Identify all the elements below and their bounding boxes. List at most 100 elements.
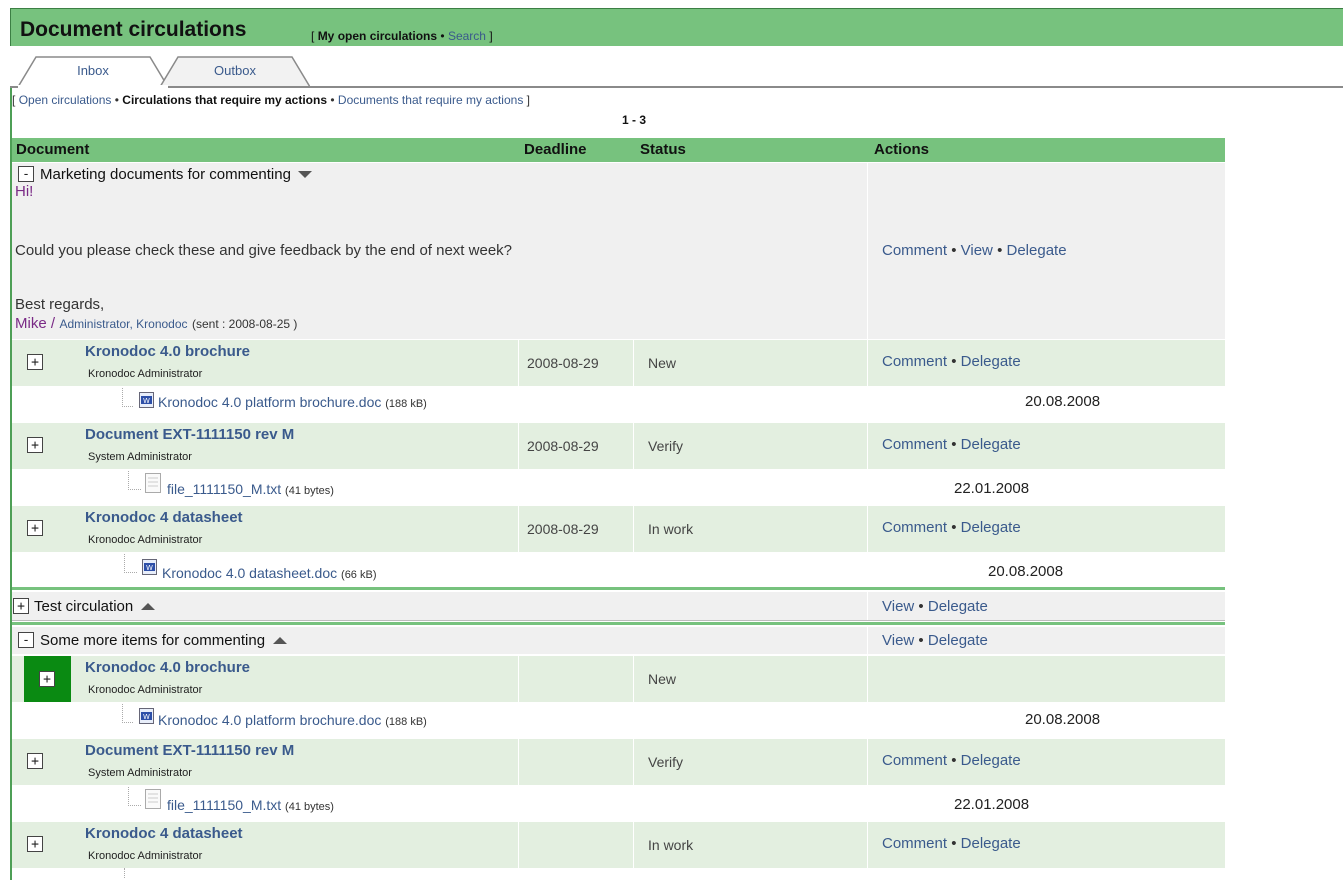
comment-link[interactable]: Comment — [882, 519, 947, 536]
delegate-link[interactable]: Delegate — [961, 519, 1021, 536]
view-link[interactable]: View — [882, 632, 914, 649]
group-title: Marketing documents for commenting — [40, 166, 291, 183]
delegate-link[interactable]: Delegate — [961, 436, 1021, 453]
group-row: + Test circulation View • Delegate — [12, 592, 1225, 621]
chevron-up-icon[interactable] — [272, 637, 287, 645]
tab-bar: Inbox Outbox — [10, 56, 1343, 88]
item-status: New — [648, 671, 677, 687]
text-file-icon — [145, 473, 161, 493]
file-link[interactable]: Kronodoc 4.0 datasheet.doc — [162, 565, 337, 581]
expand-toggle[interactable]: + — [27, 753, 43, 769]
item-status: In work — [648, 521, 694, 537]
item-status: Verify — [648, 754, 684, 770]
item-title-link[interactable]: Kronodoc 4 datasheet — [85, 825, 243, 842]
svg-text:W: W — [143, 713, 150, 721]
item-status: In work — [648, 837, 694, 853]
item-actions: Comment • Delegate — [882, 835, 1021, 852]
delegate-link[interactable]: Delegate — [961, 353, 1021, 370]
tab-underline — [10, 86, 1343, 88]
file-date: 22.01.2008 — [954, 480, 1030, 497]
word-doc-icon: W — [142, 559, 157, 575]
group-row: - Some more items for commenting View • … — [12, 627, 1225, 654]
file-row: file_1111150_M.txt (41 bytes) 22.01.2008 — [12, 471, 1225, 503]
comment-link[interactable]: Comment — [882, 353, 947, 370]
col-actions: Actions — [874, 141, 930, 158]
search-link[interactable]: Search — [448, 29, 486, 43]
expand-toggle[interactable]: + — [13, 598, 29, 614]
table-row: + Kronodoc 4.0 brochure Kronodoc Adminis… — [12, 656, 1225, 702]
header-links: [ My open circulations • Search ] — [311, 29, 493, 43]
group-title: Test circulation — [34, 598, 134, 615]
tab-inbox[interactable]: Inbox — [18, 56, 168, 87]
message-closing: Best regards, — [15, 296, 105, 313]
file-link[interactable]: file_1111150_M.txt — [167, 797, 281, 813]
tab-outbox[interactable]: Outbox — [160, 56, 310, 87]
documents-require-actions-link[interactable]: Documents that require my actions — [338, 93, 523, 107]
table-row: + Kronodoc 4.0 brochure Kronodoc Adminis… — [12, 340, 1225, 386]
expand-toggle[interactable]: + — [27, 354, 43, 370]
expand-toggle[interactable]: + — [27, 836, 43, 852]
table-row: + Document EXT-1111150 rev M System Admi… — [12, 423, 1225, 469]
item-title-link[interactable]: Kronodoc 4 datasheet — [85, 509, 243, 526]
message-body: Could you please check these and give fe… — [15, 242, 512, 259]
col-document: Document — [16, 141, 90, 158]
delegate-link[interactable]: Delegate — [961, 752, 1021, 769]
comment-link[interactable]: Comment — [882, 436, 947, 453]
comment-link[interactable]: Comment — [882, 752, 947, 769]
require-actions-current: Circulations that require my actions — [122, 93, 328, 107]
delegate-link[interactable]: Delegate — [928, 632, 988, 649]
table-header: Document Deadline Status Actions — [12, 138, 1225, 162]
item-owner: Kronodoc Administrator — [88, 684, 203, 696]
pager: 1 - 3 — [622, 113, 647, 127]
group-row: - Marketing documents for commenting Hi!… — [12, 163, 1225, 339]
open-circulations-link[interactable]: Open circulations — [19, 93, 112, 107]
chevron-up-icon[interactable] — [140, 603, 155, 611]
my-open-circulations-label: My open circulations — [317, 29, 438, 43]
item-status: Verify — [648, 438, 684, 454]
file-date: 22.01.2008 — [954, 796, 1030, 813]
file-link[interactable]: Kronodoc 4.0 platform brochure.doc — [158, 394, 381, 410]
item-actions: Comment • Delegate — [882, 353, 1021, 370]
table-row: + Kronodoc 4 datasheet Kronodoc Administ… — [12, 506, 1225, 552]
page-header: Document circulations [ My open circulat… — [10, 8, 1343, 46]
group-actions: Comment • View • Delegate — [882, 242, 1067, 259]
chevron-down-icon[interactable] — [298, 171, 313, 179]
item-owner: Kronodoc Administrator — [88, 368, 203, 380]
collapse-toggle[interactable]: - — [18, 166, 34, 182]
group-separator — [12, 622, 1225, 625]
expand-toggle[interactable]: + — [27, 520, 43, 536]
table-row: + Kronodoc 4 datasheet Kronodoc Administ… — [12, 822, 1225, 868]
svg-text:W: W — [143, 397, 150, 405]
delegate-link[interactable]: Delegate — [961, 835, 1021, 852]
view-link[interactable]: View — [882, 598, 914, 615]
comment-link[interactable]: Comment — [882, 242, 947, 259]
item-title-link[interactable]: Kronodoc 4.0 brochure — [85, 343, 250, 360]
item-deadline: 2008-08-29 — [527, 355, 599, 371]
file-link[interactable]: file_1111150_M.txt — [167, 481, 281, 497]
sender-link[interactable]: Administrator, Kronodoc — [59, 317, 187, 331]
view-link[interactable]: View — [961, 242, 993, 259]
file-row: W Kronodoc 4.0 platform brochure.doc (18… — [12, 388, 1225, 420]
table-row: + Document EXT-1111150 rev M System Admi… — [12, 739, 1225, 785]
item-title-link[interactable]: Kronodoc 4.0 brochure — [85, 659, 250, 676]
delegate-link[interactable]: Delegate — [928, 598, 988, 615]
active-tab-gap — [18, 85, 168, 88]
word-doc-icon: W — [139, 708, 154, 724]
collapse-toggle[interactable]: - — [18, 632, 34, 648]
filter-links: [ Open circulations • Circulations that … — [12, 93, 531, 107]
file-date: 20.08.2008 — [988, 563, 1064, 580]
file-row: W Kronodoc 4.0 platform brochure.doc (18… — [12, 704, 1225, 736]
item-title-link[interactable]: Document EXT-1111150 rev M — [85, 742, 294, 759]
item-title-link[interactable]: Document EXT-1111150 rev M — [85, 426, 294, 443]
col-deadline: Deadline — [524, 141, 587, 158]
expand-toggle[interactable]: + — [39, 671, 55, 687]
comment-link[interactable]: Comment — [882, 835, 947, 852]
page-title: Document circulations — [20, 18, 247, 41]
expand-toggle[interactable]: + — [27, 437, 43, 453]
delegate-link[interactable]: Delegate — [1007, 242, 1067, 259]
item-owner: System Administrator — [88, 767, 192, 779]
file-date: 20.08.2008 — [1025, 711, 1101, 728]
group-actions: View • Delegate — [882, 598, 988, 615]
svg-text:W: W — [146, 564, 153, 572]
file-link[interactable]: Kronodoc 4.0 platform brochure.doc — [158, 712, 381, 728]
